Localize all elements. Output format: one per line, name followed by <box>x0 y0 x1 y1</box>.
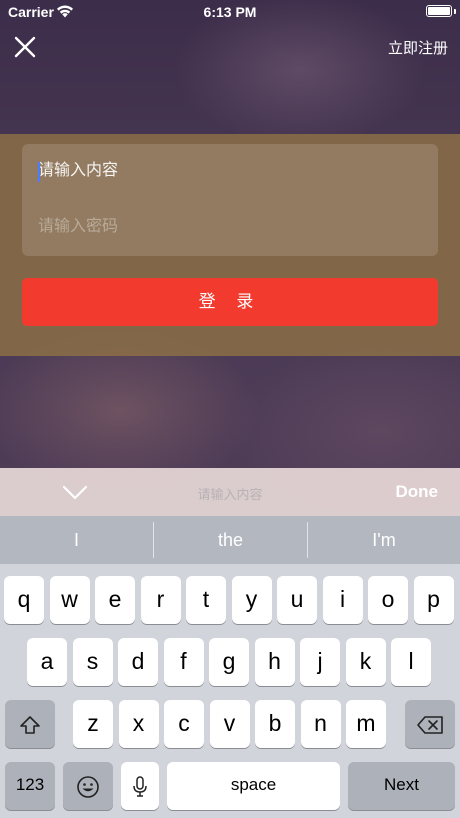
space-key[interactable]: space <box>167 762 340 810</box>
suggestion-item[interactable]: I'm <box>308 516 460 564</box>
password-input[interactable] <box>38 212 418 242</box>
username-input[interactable] <box>38 156 418 186</box>
credentials-box <box>22 144 438 256</box>
close-icon[interactable] <box>12 34 38 60</box>
dictation-key[interactable] <box>121 762 159 810</box>
key-s[interactable]: s <box>72 638 113 686</box>
keyboard-accessory-bar: 请输入内容 Done <box>0 468 460 516</box>
battery-tip <box>454 9 456 14</box>
microphone-icon <box>133 776 147 797</box>
key-i[interactable]: i <box>322 576 363 624</box>
next-key[interactable]: Next <box>348 762 455 810</box>
backspace-key[interactable] <box>405 700 455 748</box>
key-b[interactable]: b <box>255 700 295 748</box>
done-button[interactable]: Done <box>396 482 439 502</box>
key-x[interactable]: x <box>118 700 159 748</box>
login-panel: 登 录 <box>0 134 460 356</box>
suggestion-item[interactable]: the <box>154 516 307 564</box>
numbers-key[interactable]: 123 <box>5 762 55 810</box>
key-a[interactable]: a <box>27 638 67 686</box>
login-button[interactable]: 登 录 <box>22 278 438 326</box>
backspace-icon <box>417 716 443 734</box>
key-g[interactable]: g <box>209 638 249 686</box>
status-bar: Carrier 6:13 PM <box>0 0 460 24</box>
accessory-placeholder: 请输入内容 <box>197 487 263 502</box>
key-e[interactable]: e <box>95 576 135 624</box>
key-w[interactable]: w <box>49 576 90 624</box>
clock: 6:13 PM <box>203 4 257 20</box>
emoji-key[interactable] <box>63 762 113 810</box>
key-n[interactable]: n <box>300 700 341 748</box>
text-caret <box>38 162 40 182</box>
keyboard: I the I'm qwertyuiop asdfghjkl zxcvbnm 1… <box>0 516 460 818</box>
key-v[interactable]: v <box>209 700 250 748</box>
key-q[interactable]: q <box>4 576 44 624</box>
key-t[interactable]: t <box>186 576 226 624</box>
emoji-icon <box>77 776 99 798</box>
shift-key[interactable] <box>5 700 55 748</box>
battery-icon <box>426 5 452 17</box>
key-f[interactable]: f <box>163 638 204 686</box>
key-j[interactable]: j <box>300 638 340 686</box>
key-c[interactable]: c <box>164 700 204 748</box>
key-k[interactable]: k <box>345 638 386 686</box>
key-l[interactable]: l <box>391 638 431 686</box>
shift-icon <box>20 716 40 734</box>
key-h[interactable]: h <box>254 638 295 686</box>
key-o[interactable]: o <box>368 576 408 624</box>
key-y[interactable]: y <box>231 576 272 624</box>
key-u[interactable]: u <box>277 576 317 624</box>
suggestion-bar: I the I'm <box>0 516 460 564</box>
key-m[interactable]: m <box>346 700 386 748</box>
register-button[interactable]: 立即注册 <box>388 37 448 58</box>
key-d[interactable]: d <box>118 638 158 686</box>
key-z[interactable]: z <box>73 700 113 748</box>
key-p[interactable]: p <box>413 576 454 624</box>
key-r[interactable]: r <box>140 576 181 624</box>
suggestion-item[interactable]: I <box>0 516 153 564</box>
